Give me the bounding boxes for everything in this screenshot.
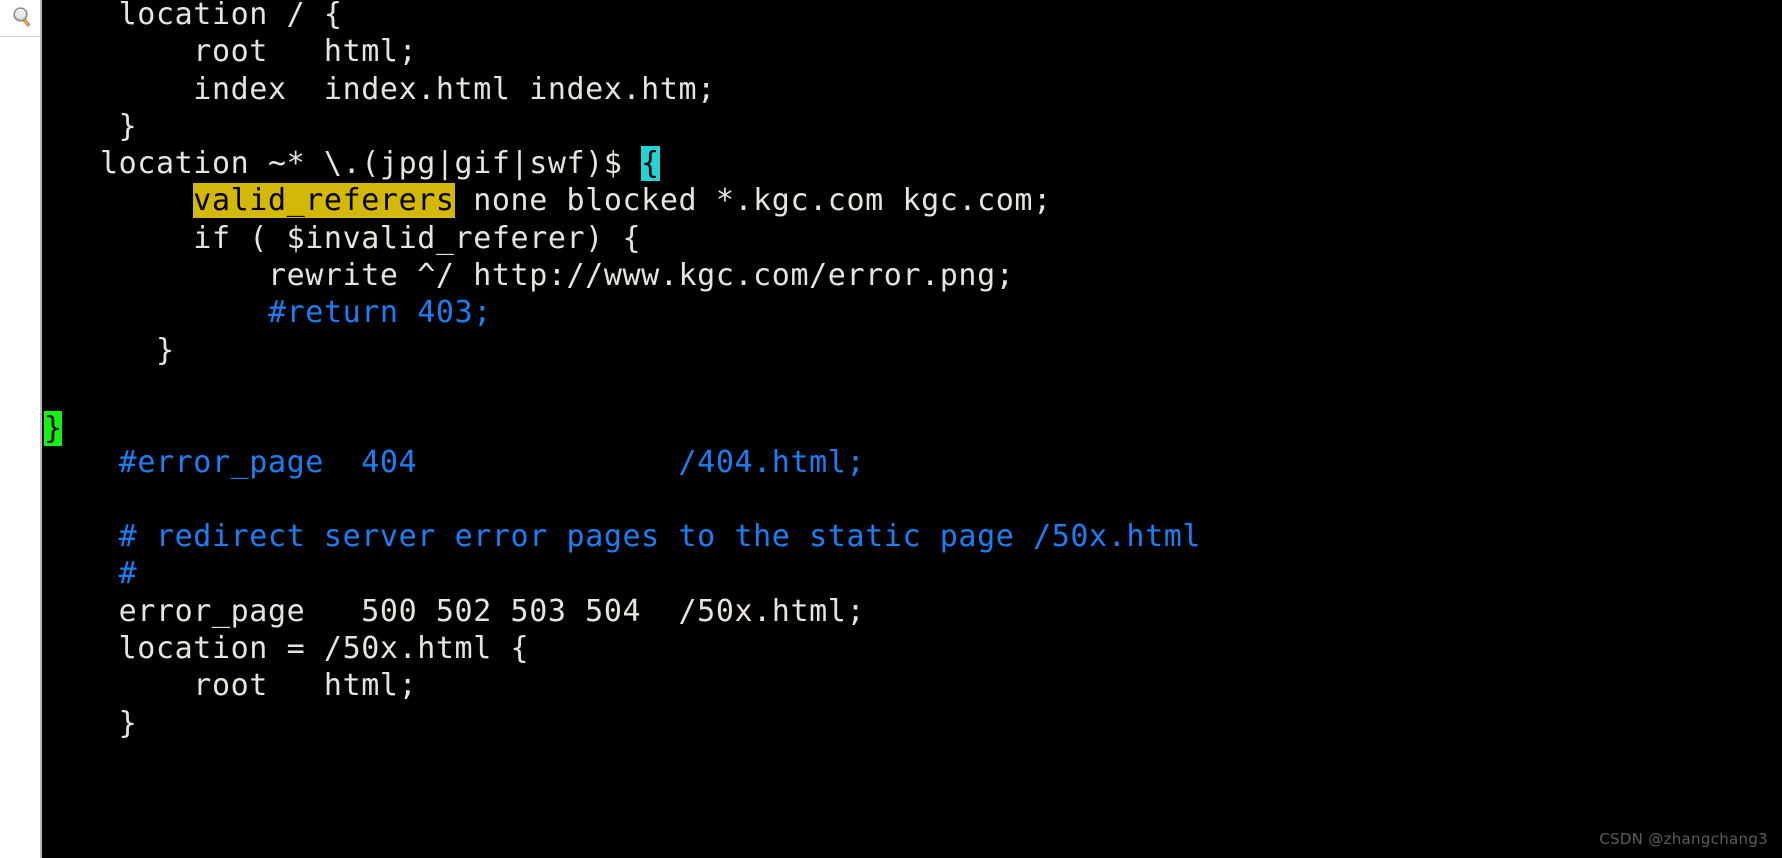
code-line[interactable]: [44, 369, 1782, 406]
code-token: }: [44, 705, 138, 741]
code-token: if ( $invalid_referer) {: [44, 220, 642, 256]
code-line[interactable]: }: [44, 705, 1782, 742]
code-line[interactable]: location / {: [44, 0, 1782, 33]
code-token: location = /50x.html {: [44, 631, 530, 667]
code-token: valid_referers: [193, 183, 455, 219]
code-line[interactable]: [44, 481, 1782, 518]
code-token: {: [641, 146, 660, 182]
code-token: rewrite ^/ http://www.kgc.com/error.png;: [44, 258, 1015, 294]
code-line[interactable]: }: [44, 108, 1782, 145]
code-line[interactable]: #return 403;: [44, 294, 1782, 331]
code-token: # redirect server error pages to the sta…: [118, 519, 1202, 555]
code-token: error_page 500 502 503 504 /50x.html;: [44, 593, 866, 629]
code-line[interactable]: root html;: [44, 667, 1782, 704]
code-line[interactable]: }: [44, 332, 1782, 369]
search-icon[interactable]: [9, 5, 35, 31]
cursor-glyph: }: [44, 411, 63, 446]
watermark-text: CSDN @zhangchang3: [1599, 830, 1768, 848]
screenshot-root: location / { root html; index index.html…: [0, 0, 1782, 858]
left-sidebar-toolbar: [0, 0, 40, 37]
code-line[interactable]: index index.html index.htm;: [44, 71, 1782, 108]
code-token: }: [44, 108, 138, 144]
code-line[interactable]: [44, 406, 1782, 443]
code-token: #: [118, 556, 138, 592]
code-line[interactable]: error_page 500 502 503 504 /50x.html;: [44, 593, 1782, 630]
code-line[interactable]: rewrite ^/ http://www.kgc.com/error.png;: [44, 257, 1782, 294]
terminal-editor[interactable]: location / { root html; index index.html…: [44, 0, 1782, 858]
code-token: }: [44, 332, 175, 368]
code-token: root html;: [44, 668, 418, 704]
code-token: none blocked *.kgc.com kgc.com;: [454, 183, 1052, 219]
code-line[interactable]: location ~* \.(jpg|gif|swf)$ {: [44, 145, 1782, 182]
code-content[interactable]: location / { root html; index index.html…: [44, 0, 1782, 742]
code-line[interactable]: #: [44, 555, 1782, 592]
code-token: location ~* \.(jpg|gif|swf)$: [44, 146, 642, 182]
code-line[interactable]: valid_referers none blocked *.kgc.com kg…: [44, 182, 1782, 219]
code-token: #return 403;: [267, 295, 492, 331]
code-line[interactable]: location = /50x.html {: [44, 630, 1782, 667]
block-cursor: }: [44, 410, 63, 447]
code-line[interactable]: # redirect server error pages to the sta…: [44, 518, 1782, 555]
code-line[interactable]: if ( $invalid_referer) {: [44, 220, 1782, 257]
code-line[interactable]: #error_page 404 /404.html;: [44, 444, 1782, 481]
code-line[interactable]: root html;: [44, 33, 1782, 70]
code-token: root html;: [44, 34, 418, 70]
code-token: index index.html index.htm;: [44, 71, 716, 107]
left-sidebar-panel: [0, 0, 42, 858]
code-token: #error_page 404 /404.html;: [118, 444, 866, 480]
code-token: location / {: [44, 0, 343, 32]
